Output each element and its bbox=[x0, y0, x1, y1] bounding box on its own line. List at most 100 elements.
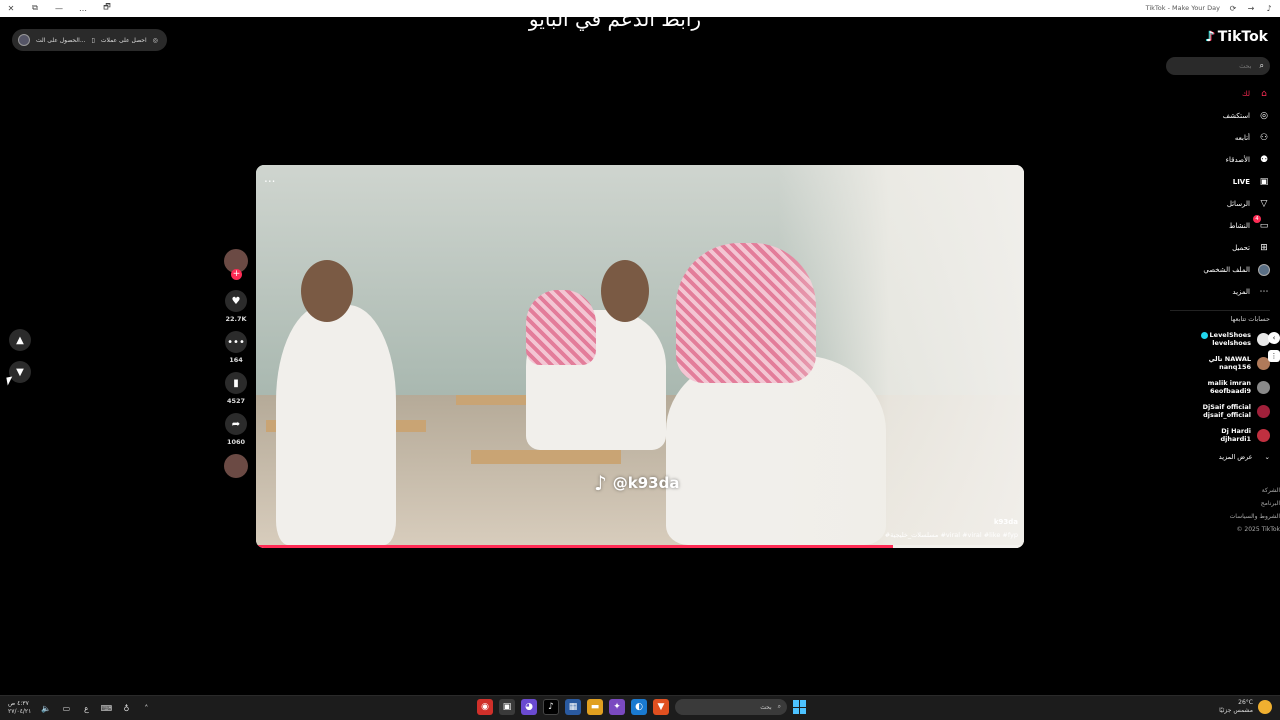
tiktok-watermark: ♪ @k93da bbox=[594, 471, 679, 495]
sun-cloud-icon bbox=[1258, 700, 1272, 714]
sidebar-item-following[interactable]: أتابعه ⚇ bbox=[1160, 127, 1270, 149]
app-mode-icon[interactable]: 🗗 bbox=[102, 2, 112, 13]
sidebar-item-upload[interactable]: تحميل ⊞ bbox=[1160, 237, 1270, 259]
language-indicator[interactable]: ع bbox=[81, 703, 91, 713]
account-handle: 6eofbaadi9 bbox=[1209, 387, 1251, 395]
share-count: 1060 bbox=[226, 438, 246, 446]
volume-icon[interactable]: 🔈 bbox=[41, 703, 51, 713]
sidebar-item-label: المزيد bbox=[1232, 288, 1250, 296]
sidebar-nav: لك ⌂ استكشف ◎ أتابعه ⚇ الأصدقاء ⚉ LIVE ▣… bbox=[1160, 83, 1270, 303]
footer-link-program[interactable]: البرنامج bbox=[1230, 497, 1280, 510]
search-input[interactable] bbox=[1191, 62, 1252, 70]
sidebar-item-messages[interactable]: الرسائل ▽ bbox=[1160, 193, 1270, 215]
folder-icon[interactable]: ▬ bbox=[587, 699, 603, 715]
video-author[interactable]: k93da bbox=[994, 518, 1018, 526]
video-scene-desk bbox=[471, 450, 621, 464]
video-player[interactable]: ... ♪ @k93da k93da #مسلسلات_خليجية #vira… bbox=[256, 165, 1024, 548]
taskbar: ٤:٣٧ ص ٢٧/٠٤/٢١ 🔈 ▭ ع ⌨ ♁ ˄ ◉ ▣ ◕ ♪ ▦ ▬ … bbox=[0, 695, 1280, 720]
follow-plus-icon[interactable]: + bbox=[231, 269, 242, 280]
save-action[interactable]: ▮ 4527 bbox=[224, 372, 248, 405]
creator-avatar[interactable]: + bbox=[224, 249, 248, 280]
minimize-icon[interactable]: — bbox=[54, 3, 64, 13]
close-icon[interactable]: ✕ bbox=[6, 3, 16, 13]
comment-icon[interactable]: ••• bbox=[225, 331, 247, 353]
sidebar-item-friends[interactable]: الأصدقاء ⚉ bbox=[1160, 149, 1270, 171]
sidebar-item-for-you[interactable]: لك ⌂ bbox=[1160, 83, 1270, 105]
bookmark-icon[interactable]: ▮ bbox=[225, 372, 247, 394]
home-icon: ⌂ bbox=[1261, 89, 1267, 99]
sidebar-item-label: لك bbox=[1241, 90, 1250, 98]
chrome-icon[interactable]: ◉ bbox=[477, 699, 493, 715]
search-icon[interactable]: ⌕ bbox=[1260, 61, 1264, 71]
sidebar-item-label: LIVE bbox=[1232, 178, 1250, 186]
taskbar-search-placeholder: بحث bbox=[760, 703, 772, 711]
tiktok-logo[interactable]: ♪ TikTok bbox=[1206, 29, 1268, 45]
following-account[interactable]: LevelShoes levelshoes bbox=[1160, 327, 1270, 351]
comment-action[interactable]: ••• 164 bbox=[224, 331, 248, 364]
following-account[interactable]: malik imran 6eofbaadi9 bbox=[1160, 375, 1270, 399]
get-app-button[interactable]: الحصول على الت... bbox=[36, 37, 86, 44]
forward-icon[interactable]: → bbox=[1246, 3, 1256, 13]
get-coins-button[interactable]: احصل على عملات bbox=[101, 37, 147, 44]
terminal-icon[interactable]: ▣ bbox=[499, 699, 515, 715]
discord-icon[interactable]: ◕ bbox=[521, 699, 537, 715]
footer-link-company[interactable]: الشركة bbox=[1230, 484, 1280, 497]
chevron-up-icon[interactable]: ▲ bbox=[9, 329, 31, 351]
brave-icon[interactable]: ▼ bbox=[653, 699, 669, 715]
coin-icon: ◎ bbox=[152, 36, 158, 44]
heart-icon[interactable]: ♥ bbox=[225, 290, 247, 312]
weather-temp: 26°C bbox=[1238, 699, 1253, 706]
sidebar-item-explore[interactable]: استكشف ◎ bbox=[1160, 105, 1270, 127]
tiktok-logo-icon: ♪ bbox=[1205, 29, 1215, 45]
compass-icon: ◎ bbox=[1260, 111, 1268, 121]
expand-icon[interactable]: ‹ bbox=[1268, 332, 1280, 344]
display-icon[interactable]: ▭ bbox=[61, 703, 71, 713]
grid-icon[interactable]: ⋮ bbox=[1268, 350, 1280, 362]
edge-icon[interactable]: ◐ bbox=[631, 699, 647, 715]
sidebar-item-live[interactable]: LIVE ▣ bbox=[1160, 171, 1270, 193]
microphone-icon[interactable]: ♁ bbox=[121, 703, 131, 713]
account-avatar bbox=[1257, 428, 1270, 442]
chevron-up-icon[interactable]: ˄ bbox=[141, 703, 151, 713]
refresh-icon[interactable]: ⟳ bbox=[1228, 3, 1238, 13]
tiktok-app-icon: ♪ bbox=[1266, 3, 1272, 13]
music-disc[interactable] bbox=[224, 454, 248, 478]
see-more-button[interactable]: عرض المزيد ⌄ bbox=[1160, 447, 1270, 467]
keyboard-icon[interactable]: ⌨ bbox=[101, 703, 113, 713]
windows-start-icon[interactable] bbox=[793, 700, 807, 714]
following-header: حسابات تتابعها bbox=[1230, 315, 1270, 323]
restore-icon[interactable]: ⧉ bbox=[30, 3, 40, 13]
user-follow-icon: ⚇ bbox=[1259, 133, 1269, 143]
chevron-down-icon: ⌄ bbox=[1264, 453, 1270, 461]
video-progress-bar[interactable] bbox=[256, 545, 1024, 548]
calendar-icon[interactable]: ▦ bbox=[565, 699, 581, 715]
share-action[interactable]: ➦ 1060 bbox=[224, 413, 248, 446]
search-bar[interactable]: ⌕ bbox=[1166, 57, 1270, 75]
footer-link-terms[interactable]: الشروط والسياسات bbox=[1230, 510, 1280, 523]
menu-dots-icon[interactable]: … bbox=[78, 3, 88, 13]
video-hashtags[interactable]: #مسلسلات_خليجية #viral #viral #like #fyp bbox=[885, 531, 1018, 539]
video-scene-head bbox=[601, 260, 649, 322]
following-account[interactable]: Dj Hardi djhardi1 bbox=[1160, 423, 1270, 447]
account-name: Dj Hardi bbox=[1221, 427, 1251, 435]
sidebar-item-more[interactable]: المزيد ⋯ bbox=[1160, 281, 1270, 303]
copilot-icon[interactable]: ✦ bbox=[609, 699, 625, 715]
tiktok-logo-icon: ♪ bbox=[594, 471, 607, 495]
sidebar-item-profile[interactable]: الملف الشخصي bbox=[1160, 259, 1270, 281]
account-name: DjSaif official bbox=[1202, 403, 1251, 411]
like-action[interactable]: ♥ 22.7K bbox=[224, 290, 248, 323]
account-name: malik imran bbox=[1207, 379, 1251, 387]
app-promo-pill[interactable]: الحصول على الت... ▯ احصل على عملات ◎ bbox=[12, 29, 167, 51]
video-more-button[interactable]: ... bbox=[264, 171, 275, 185]
following-accounts: حسابات تتابعها LevelShoes levelshoes تال… bbox=[1160, 315, 1270, 467]
following-account[interactable]: تالي NAWAL nanq156 bbox=[1160, 351, 1270, 375]
weather-widget[interactable]: 26°C مشمس جزئيًا bbox=[1219, 699, 1272, 715]
taskbar-search[interactable]: بحث ⌕ bbox=[675, 699, 787, 715]
clock[interactable]: ٤:٣٧ ص ٢٧/٠٤/٢١ bbox=[8, 700, 31, 716]
profile-avatar-icon[interactable] bbox=[18, 34, 30, 46]
window-title: TikTok - Make Your Day bbox=[1145, 4, 1220, 12]
sidebar-item-activity[interactable]: النشاط ▭ 4 bbox=[1160, 215, 1270, 237]
tiktok-app-icon[interactable]: ♪ bbox=[543, 699, 559, 715]
share-icon[interactable]: ➦ bbox=[225, 413, 247, 435]
following-account[interactable]: DjSaif official djsaif_official bbox=[1160, 399, 1270, 423]
